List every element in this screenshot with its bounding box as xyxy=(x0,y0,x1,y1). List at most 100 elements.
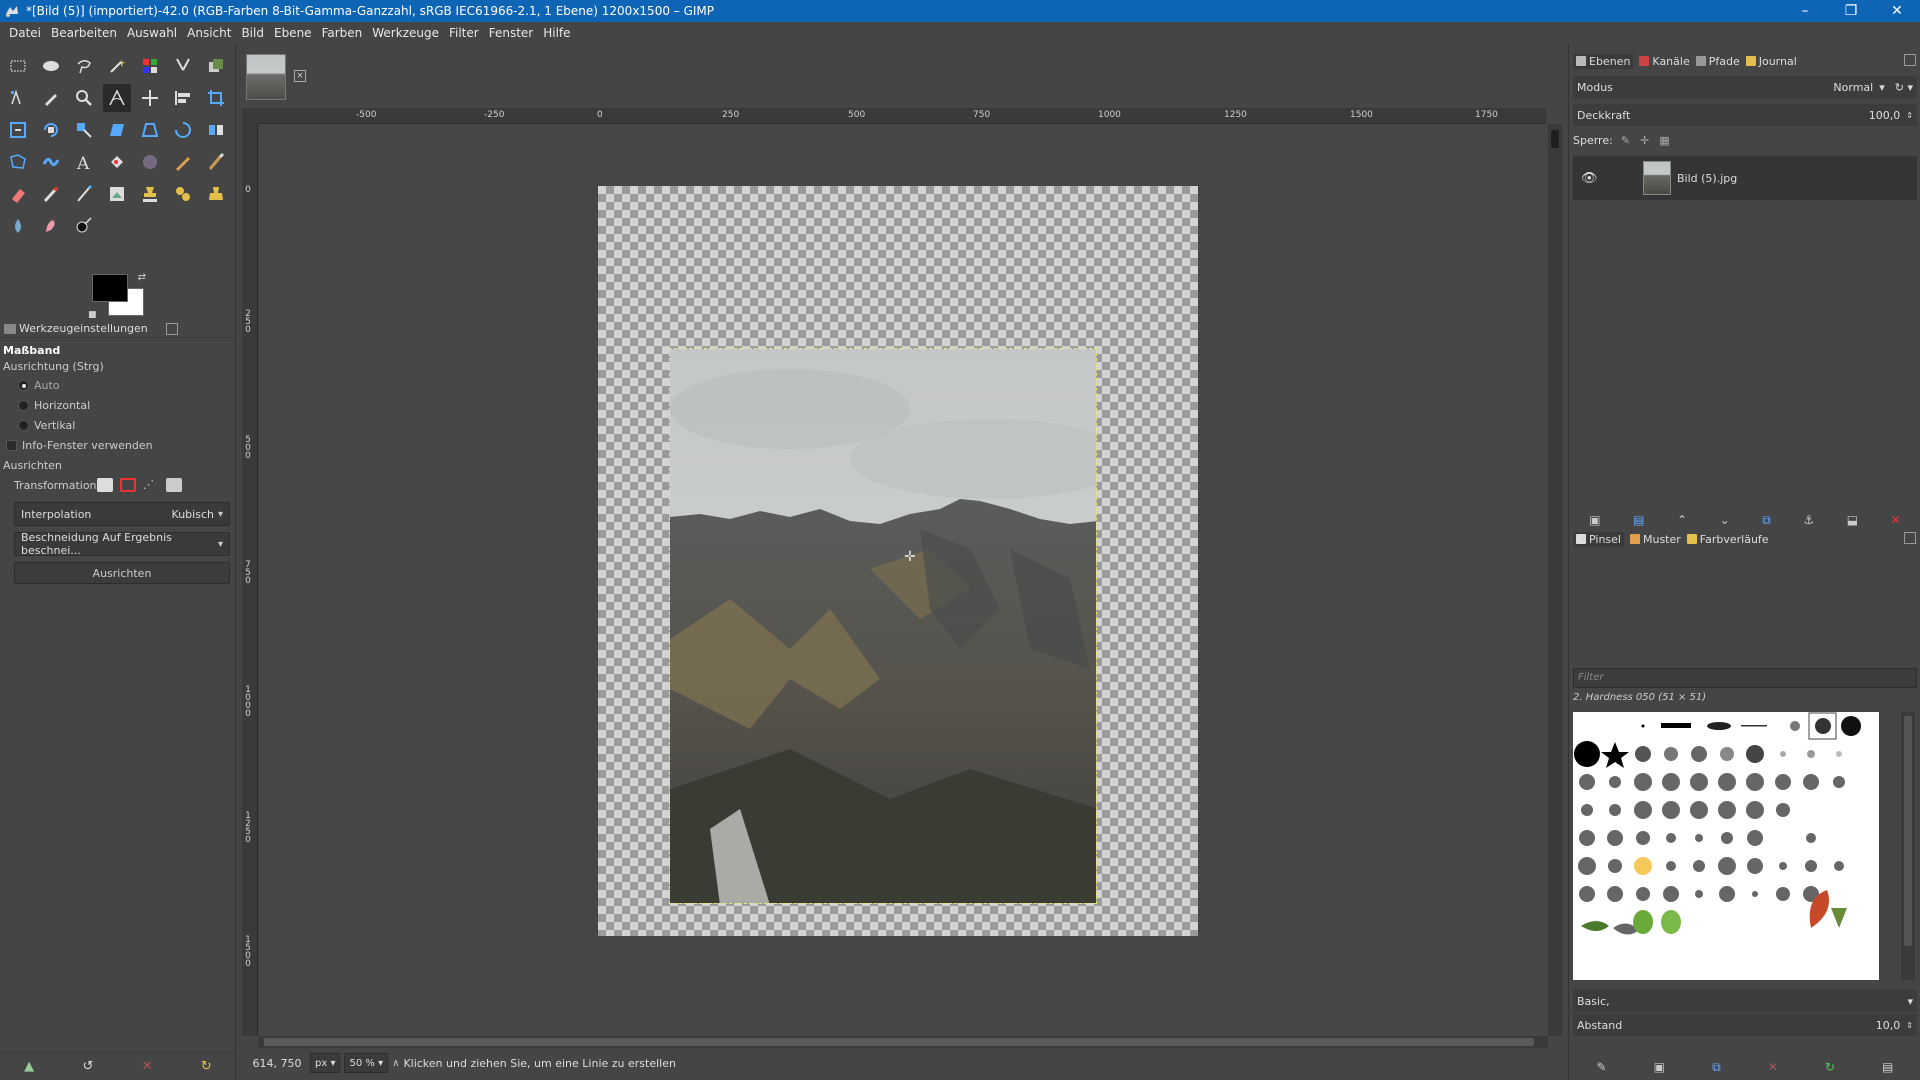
unit-combo[interactable]: px ▾ xyxy=(310,1053,341,1073)
airbrush-tool[interactable] xyxy=(37,180,65,208)
delete-layer-icon[interactable]: ✕ xyxy=(1891,513,1901,527)
transform-layer-icon[interactable] xyxy=(97,478,113,492)
tab-journal[interactable]: Journal xyxy=(1745,55,1797,68)
maximize-button[interactable]: ❐ xyxy=(1828,0,1874,22)
tool-options-tab[interactable]: Werkzeugeinstellungen xyxy=(0,320,236,338)
warp-transform-tool[interactable] xyxy=(37,148,65,176)
raise-layer-icon[interactable]: ⌃ xyxy=(1677,513,1687,527)
minimize-button[interactable]: – xyxy=(1782,0,1828,22)
lower-layer-icon[interactable]: ⌄ xyxy=(1720,513,1730,527)
menu-bearbeiten[interactable]: Bearbeiten xyxy=(46,26,122,40)
close-button[interactable]: ✕ xyxy=(1874,0,1920,22)
foreground-select-tool[interactable] xyxy=(202,52,230,80)
ink-tool[interactable] xyxy=(70,180,98,208)
spacing-slider[interactable]: Abstand 10,0 ⇕ xyxy=(1573,1014,1917,1036)
tab-pinsel[interactable]: Pinsel xyxy=(1573,531,1624,547)
tab-farbverlaeufe[interactable]: Farbverläufe xyxy=(1686,533,1769,546)
menu-ansicht[interactable]: Ansicht xyxy=(182,26,236,40)
info-window-checkbox[interactable] xyxy=(6,440,17,451)
menu-werkzeuge[interactable]: Werkzeuge xyxy=(367,26,444,40)
clone-tool[interactable] xyxy=(136,180,164,208)
dodge-burn-tool[interactable] xyxy=(70,212,98,240)
anchor-layer-icon[interactable]: ⚓ xyxy=(1803,513,1814,527)
scissors-select-tool[interactable] xyxy=(169,52,197,80)
new-layer-group-icon[interactable]: ▤ xyxy=(1633,513,1644,527)
visibility-eye-icon[interactable]: 👁 xyxy=(1581,171,1603,186)
new-brush-icon[interactable]: ▣ xyxy=(1654,1060,1665,1074)
menu-filter[interactable]: Filter xyxy=(444,26,484,40)
scale-tool[interactable] xyxy=(70,116,98,144)
transform-path-icon[interactable]: ⋰ xyxy=(143,478,159,492)
orientation-auto-radio[interactable] xyxy=(18,380,29,391)
layer-name[interactable]: Bild (5).jpg xyxy=(1677,172,1737,185)
refresh-brushes-icon[interactable]: ↻ xyxy=(1825,1060,1835,1074)
interpolation-combo[interactable]: Interpolation Kubisch ▾ xyxy=(14,502,230,526)
text-tool[interactable]: A xyxy=(70,148,98,176)
menu-bild[interactable]: Bild xyxy=(236,26,269,40)
delete-brush-icon[interactable]: ✕ xyxy=(1768,1060,1778,1074)
gradient-tool[interactable] xyxy=(136,148,164,176)
vertical-ruler[interactable]: 0 250 500 750 1000 1250 1500 xyxy=(242,124,258,1036)
dock-menu-icon[interactable] xyxy=(166,323,178,335)
image-tab-thumbnail[interactable] xyxy=(246,54,286,100)
paintbrush-tool[interactable] xyxy=(202,148,230,176)
ellipse-select-tool[interactable] xyxy=(37,52,65,80)
mode-reset-icon[interactable]: ↻ ▾ xyxy=(1895,81,1913,94)
menu-fenster[interactable]: Fenster xyxy=(484,26,539,40)
image-canvas[interactable]: ✛ xyxy=(258,124,1546,1036)
menu-datei[interactable]: Datei xyxy=(4,26,46,40)
fuzzy-select-tool[interactable] xyxy=(103,52,131,80)
mypaint-brush-tool[interactable] xyxy=(103,180,131,208)
quick-mask-toggle[interactable] xyxy=(242,108,258,124)
restore-options-icon[interactable]: ↺ xyxy=(82,1059,93,1074)
smudge-tool[interactable] xyxy=(37,212,65,240)
spin-arrows-icon[interactable]: ⇕ xyxy=(1906,111,1913,120)
mode-combo[interactable]: Modus Normal ▾ ↻ ▾ xyxy=(1573,76,1917,98)
lock-pixels-icon[interactable]: ✎ xyxy=(1621,134,1630,147)
vertical-scrollbar[interactable] xyxy=(1548,124,1562,1036)
new-layer-icon[interactable]: ▣ xyxy=(1589,513,1600,527)
align-tool[interactable] xyxy=(169,84,197,112)
tab-kanaele[interactable]: Kanäle xyxy=(1639,55,1690,68)
brush-preset-combo[interactable]: Basic, ▾ xyxy=(1573,990,1917,1012)
merge-layer-icon[interactable]: ⬓ xyxy=(1847,513,1858,527)
select-by-color-tool[interactable] xyxy=(136,52,164,80)
zoom-combo[interactable]: 50 % ▾ xyxy=(344,1053,389,1073)
opacity-slider[interactable]: Deckkraft 100,0 ⇕ xyxy=(1573,104,1917,126)
orientation-vertical-radio[interactable] xyxy=(18,420,29,431)
foreground-color[interactable] xyxy=(92,274,128,302)
swap-colors-icon[interactable]: ⇄ xyxy=(138,272,146,283)
free-select-tool[interactable] xyxy=(70,52,98,80)
horizontal-ruler[interactable]: -500 -250 0 250 500 750 1000 1250 1500 1… xyxy=(258,108,1546,124)
unified-transform-tool[interactable] xyxy=(4,116,32,144)
scrollbar-thumb[interactable] xyxy=(1551,130,1559,148)
rotate-tool[interactable] xyxy=(37,116,65,144)
dock-menu-icon[interactable] xyxy=(1904,532,1916,544)
menu-farben[interactable]: Farben xyxy=(317,26,368,40)
brush-filter-input[interactable]: Filter xyxy=(1573,668,1917,688)
layer-row[interactable]: 👁 Bild (5).jpg xyxy=(1573,156,1917,200)
reset-options-icon[interactable]: ↻ xyxy=(201,1059,212,1074)
horizontal-scrollbar[interactable] xyxy=(258,1036,1548,1048)
clipping-combo[interactable]: Beschneidung Auf Ergebnis beschnei... ▾ xyxy=(14,531,230,557)
close-image-icon[interactable]: × xyxy=(294,70,306,82)
tab-muster[interactable]: Muster xyxy=(1629,533,1681,546)
heal-tool[interactable] xyxy=(169,180,197,208)
scrollbar-thumb[interactable] xyxy=(264,1038,1534,1046)
cage-transform-tool[interactable] xyxy=(4,148,32,176)
menu-ebene[interactable]: Ebene xyxy=(269,26,317,40)
open-brush-as-image-icon[interactable]: ▤ xyxy=(1882,1060,1893,1074)
transform-selection-icon[interactable] xyxy=(120,478,136,492)
3d-transform-tool[interactable] xyxy=(169,116,197,144)
brush-scrollbar[interactable] xyxy=(1901,712,1915,980)
reset-colors-icon[interactable]: ■ xyxy=(88,310,97,320)
edit-brush-icon[interactable]: ✎ xyxy=(1597,1060,1607,1074)
delete-options-icon[interactable]: ✕ xyxy=(142,1059,153,1074)
orientation-horizontal-radio[interactable] xyxy=(18,400,29,411)
lock-alpha-icon[interactable]: ▦ xyxy=(1659,134,1669,147)
duplicate-layer-icon[interactable]: ⧉ xyxy=(1762,513,1771,528)
dock-menu-icon[interactable] xyxy=(1904,54,1916,66)
bucket-fill-tool[interactable] xyxy=(103,148,131,176)
transform-image-icon[interactable] xyxy=(166,478,182,492)
brush-grid[interactable] xyxy=(1573,712,1879,980)
